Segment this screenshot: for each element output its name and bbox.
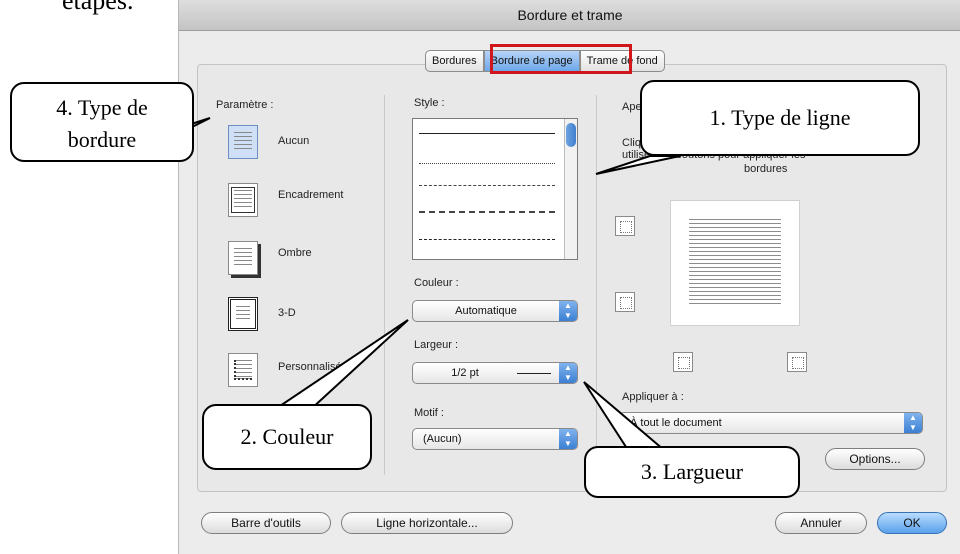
dialog-titlebar: Bordure et trame (179, 0, 960, 31)
popup-arrows-icon: ▲ ▼ (559, 363, 577, 383)
preset-label-box[interactable]: Encadrement (278, 189, 343, 201)
width-line-sample (517, 373, 551, 374)
preview-document-lines (689, 219, 781, 307)
width-value: 1/2 pt (451, 367, 479, 379)
line-style-dotted[interactable] (419, 163, 555, 164)
scrollbar-thumb[interactable] (566, 123, 576, 147)
border-none-icon[interactable] (228, 125, 258, 159)
callout-line-type: 1. Type de ligne (640, 80, 920, 156)
tab-borders[interactable]: Bordures (425, 50, 484, 72)
line-style-solid[interactable] (419, 133, 555, 134)
art-popup[interactable]: (Aucun) ▲ ▼ (412, 428, 578, 450)
callout-border-type-line-1: 4. Type de (56, 95, 148, 120)
popup-arrows-icon: ▲ ▼ (559, 301, 577, 321)
preset-label-custom[interactable]: Personnalisé (278, 361, 342, 373)
width-heading: Largeur : (414, 339, 459, 351)
border-shadow-icon[interactable] (228, 241, 258, 275)
callout-border-type-line-2: bordure (67, 127, 137, 152)
color-value: Automatique (455, 305, 517, 317)
dialog-title: Bordure et trame (517, 7, 623, 23)
ok-button[interactable]: OK (877, 512, 947, 534)
settings-heading: Paramètre : (216, 99, 274, 111)
column-divider (384, 95, 385, 475)
line-style-list[interactable] (412, 118, 578, 260)
width-popup[interactable]: 1/2 pt ▲ ▼ (412, 362, 578, 384)
popup-arrows-icon: ▲ ▼ (559, 429, 577, 449)
color-heading: Couleur : (414, 277, 459, 289)
tab-highlight-frame (490, 44, 632, 74)
art-value: (Aucun) (423, 433, 462, 445)
apply-to-popup[interactable]: À tout le document ▲ ▼ (619, 412, 923, 434)
callout-border-type: 4. Type de bordure (10, 82, 194, 162)
line-style-dashed-small[interactable] (419, 185, 555, 186)
popup-arrows-icon: ▲ ▼ (904, 413, 922, 433)
cancel-button[interactable]: Annuler (775, 512, 867, 534)
style-heading: Style : (414, 97, 445, 109)
apply-to-value: À tout le document (630, 417, 722, 429)
border-preview[interactable] (670, 200, 800, 326)
toolbar-button[interactable]: Barre d'outils (201, 512, 331, 534)
border-3d-icon[interactable] (228, 297, 258, 331)
bottom-border-button-icon[interactable] (615, 292, 635, 312)
line-style-dash-dot[interactable] (419, 239, 555, 240)
preset-label-shadow[interactable]: Ombre (278, 247, 312, 259)
border-custom-icon[interactable] (228, 353, 258, 387)
page-text-fragment: étapes. (62, 0, 134, 15)
column-divider (596, 95, 597, 475)
art-heading: Motif : (414, 407, 444, 419)
border-box-icon[interactable] (228, 183, 258, 217)
callout-width: 3. Largueur (584, 446, 800, 498)
horizontal-line-button[interactable]: Ligne horizontale... (341, 512, 513, 534)
line-style-dashed[interactable] (419, 211, 555, 213)
preview-hint-3: bordures (744, 163, 788, 175)
color-popup[interactable]: Automatique ▲ ▼ (412, 300, 578, 322)
top-border-button-icon[interactable] (615, 216, 635, 236)
options-button[interactable]: Options... (825, 448, 925, 470)
preset-label-3d[interactable]: 3-D (278, 307, 296, 319)
apply-to-heading: Appliquer à : (622, 391, 684, 403)
right-border-button-icon[interactable] (787, 352, 807, 372)
style-list-scrollbar[interactable] (564, 119, 577, 259)
callout-color: 2. Couleur (202, 404, 372, 470)
preset-label-none[interactable]: Aucun (278, 135, 309, 147)
left-border-button-icon[interactable] (673, 352, 693, 372)
